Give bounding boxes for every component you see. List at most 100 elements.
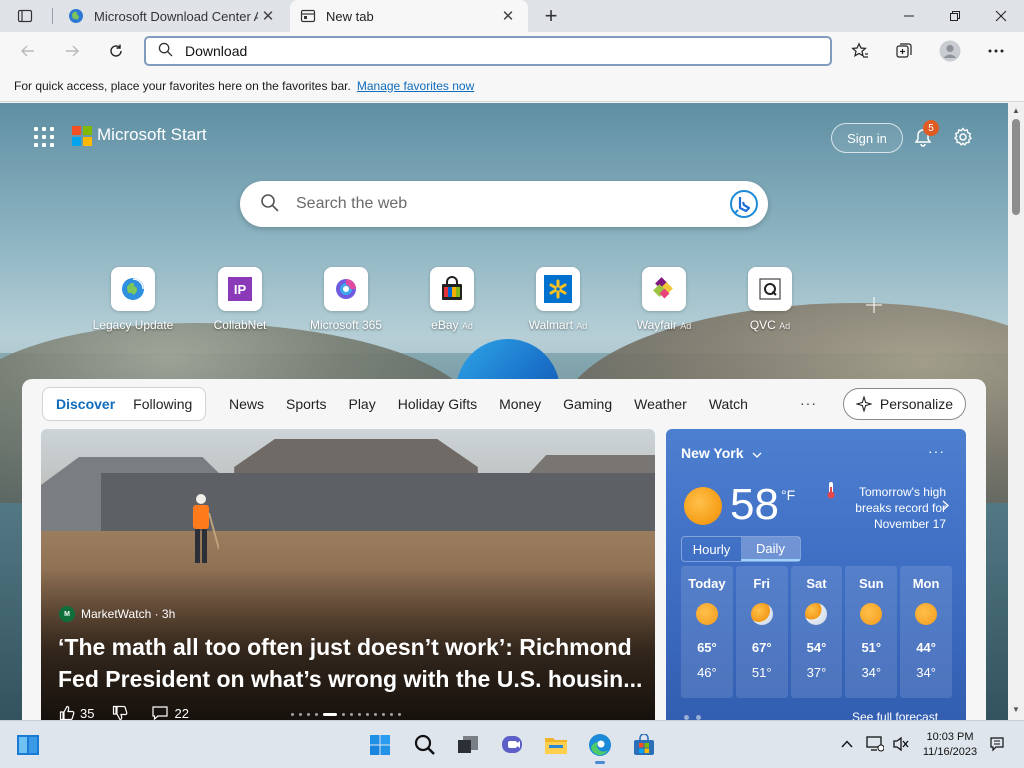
add-quick-link-plus-icon[interactable] [862, 293, 886, 317]
minimize-icon[interactable] [886, 0, 932, 32]
back-arrow-icon[interactable] [12, 35, 44, 67]
tab-actions-icon[interactable] [8, 4, 42, 28]
legacy-update-icon [111, 267, 155, 311]
favorites-star-icon[interactable] [844, 35, 876, 67]
tile-walmart[interactable]: Walmart Ad [503, 267, 613, 337]
personalize-button[interactable]: Personalize [843, 388, 966, 420]
weather-city-selector[interactable]: New York [681, 445, 762, 461]
collections-icon[interactable] [888, 35, 920, 67]
tile-ebay[interactable]: eBay Ad [397, 267, 507, 337]
forecast-high: 54° [806, 640, 827, 655]
weather-city: New York [681, 445, 744, 461]
forecast-high: 67° [751, 640, 772, 655]
manage-favorites-link[interactable]: Manage favorites now [357, 79, 474, 93]
nav-gaming[interactable]: Gaming [552, 396, 623, 412]
edge-browser-icon[interactable] [584, 729, 616, 764]
close-window-icon[interactable] [978, 0, 1024, 32]
profile-avatar-icon[interactable] [934, 35, 966, 67]
clock-date: 11/16/2023 [922, 746, 978, 758]
ad-label: Ad [779, 321, 791, 331]
search-icon [260, 193, 280, 216]
dislike-button[interactable] [112, 705, 133, 720]
microsoft-store-icon[interactable] [628, 729, 660, 761]
see-full-forecast-link[interactable]: See full forecast [852, 710, 938, 720]
hero-story-card[interactable]: M MarketWatch · 3h ‘The math all too oft… [41, 429, 655, 720]
nav-weather[interactable]: Weather [623, 396, 698, 412]
chevron-up-icon[interactable] [836, 733, 858, 755]
nav-sports[interactable]: Sports [275, 396, 337, 412]
temperature-unit[interactable]: °F [781, 487, 795, 503]
like-button[interactable]: 35 [59, 705, 94, 720]
scroll-up-arrow-icon[interactable]: ▲ [1011, 106, 1021, 116]
tile-microsoft-365[interactable]: Microsoft 365 [291, 267, 401, 337]
sign-in-button[interactable]: Sign in [831, 123, 903, 153]
address-input[interactable] [185, 43, 785, 59]
forecast-day[interactable]: Sat 54° 37° [790, 566, 843, 698]
ad-label: Ad [461, 321, 473, 331]
new-tab-plus-icon[interactable]: + [538, 3, 564, 28]
tile-label: Wayfair [636, 318, 677, 332]
close-tab-icon[interactable]: ✕ [498, 6, 518, 26]
forecast-day[interactable]: Today 65° 46° [681, 566, 733, 698]
carousel-pager[interactable] [291, 713, 406, 716]
hero-image-worker [193, 494, 219, 563]
comments-button[interactable]: 22 [151, 705, 189, 720]
tab-download-center[interactable]: Microsoft Download Center Ar ✕ [58, 0, 288, 32]
weather-card[interactable]: New York ··· 58 °F Tomorrow's high break… [666, 429, 966, 720]
page-scrollbar[interactable]: ▲ ▼ [1008, 103, 1024, 720]
forecast-day-name: Today [688, 576, 726, 591]
tile-qvc[interactable]: QVC Ad [715, 267, 825, 337]
chevron-right-icon[interactable] [942, 498, 950, 514]
nav-holiday-gifts[interactable]: Holiday Gifts [387, 396, 488, 412]
toggle-hourly[interactable]: Hourly [682, 537, 741, 561]
thumbs-up-icon [59, 705, 75, 720]
web-search-input[interactable] [296, 195, 716, 213]
chat-teams-icon[interactable] [496, 729, 528, 761]
chip-following[interactable]: Following [124, 396, 201, 412]
page-settings-gear-icon[interactable] [950, 124, 976, 150]
address-bar[interactable] [144, 36, 832, 66]
chip-discover[interactable]: Discover [47, 396, 124, 412]
nav-news[interactable]: News [218, 396, 275, 412]
story-reactions: 35 22 [59, 705, 207, 720]
forecast-day[interactable]: Mon 44° 34° [900, 566, 952, 698]
widgets-icon[interactable] [12, 729, 44, 761]
news-feed: Discover Following News Sports Play Holi… [22, 379, 986, 720]
bing-chat-icon[interactable] [728, 188, 760, 220]
app-launcher-icon[interactable] [34, 127, 54, 147]
feed-more-icon[interactable]: ··· [800, 395, 817, 411]
toggle-daily[interactable]: Daily [741, 537, 800, 561]
weather-more-icon[interactable]: ··· [928, 443, 945, 459]
network-display-icon[interactable] [864, 733, 886, 755]
file-explorer-icon[interactable] [540, 729, 572, 761]
task-view-icon[interactable] [452, 729, 484, 761]
daily-forecast: Today 65° 46° Fri 67° 51° Sat 54° 37° Su… [681, 566, 952, 698]
weather-alert[interactable]: Tomorrow's high breaks record for Novemb… [826, 484, 946, 532]
tile-wayfair[interactable]: Wayfair Ad [609, 267, 719, 337]
story-headline[interactable]: ‘The math all too often just doesn’t wor… [58, 631, 648, 695]
scrollbar-thumb[interactable] [1012, 119, 1020, 215]
nav-money[interactable]: Money [488, 396, 552, 412]
scroll-down-arrow-icon[interactable]: ▼ [1011, 705, 1021, 715]
nav-watch[interactable]: Watch [698, 396, 759, 412]
ebay-bag-icon [430, 267, 474, 311]
refresh-icon[interactable] [100, 35, 132, 67]
tile-label: eBay [431, 318, 459, 332]
web-search-box[interactable] [240, 181, 768, 227]
restore-icon[interactable] [932, 0, 978, 32]
system-clock[interactable]: 10:03 PM 11/16/2023 [918, 730, 982, 760]
forecast-day[interactable]: Sun 51° 34° [845, 566, 898, 698]
tile-legacy-update[interactable]: Legacy Update [78, 267, 188, 337]
notification-center-icon[interactable] [986, 733, 1008, 755]
search-icon[interactable] [409, 729, 441, 761]
start-windows-icon[interactable] [364, 729, 396, 761]
nav-play[interactable]: Play [337, 396, 386, 412]
settings-more-icon[interactable] [980, 35, 1012, 67]
forward-arrow-icon[interactable] [56, 35, 88, 67]
story-source[interactable]: M MarketWatch · 3h [59, 606, 175, 622]
close-tab-icon[interactable]: ✕ [258, 6, 278, 26]
volume-muted-icon[interactable] [890, 733, 912, 755]
forecast-day[interactable]: Fri 67° 51° [735, 566, 788, 698]
tile-collabnet[interactable]: IP CollabNet [185, 267, 295, 337]
tab-new-tab[interactable]: New tab ✕ [290, 0, 528, 32]
